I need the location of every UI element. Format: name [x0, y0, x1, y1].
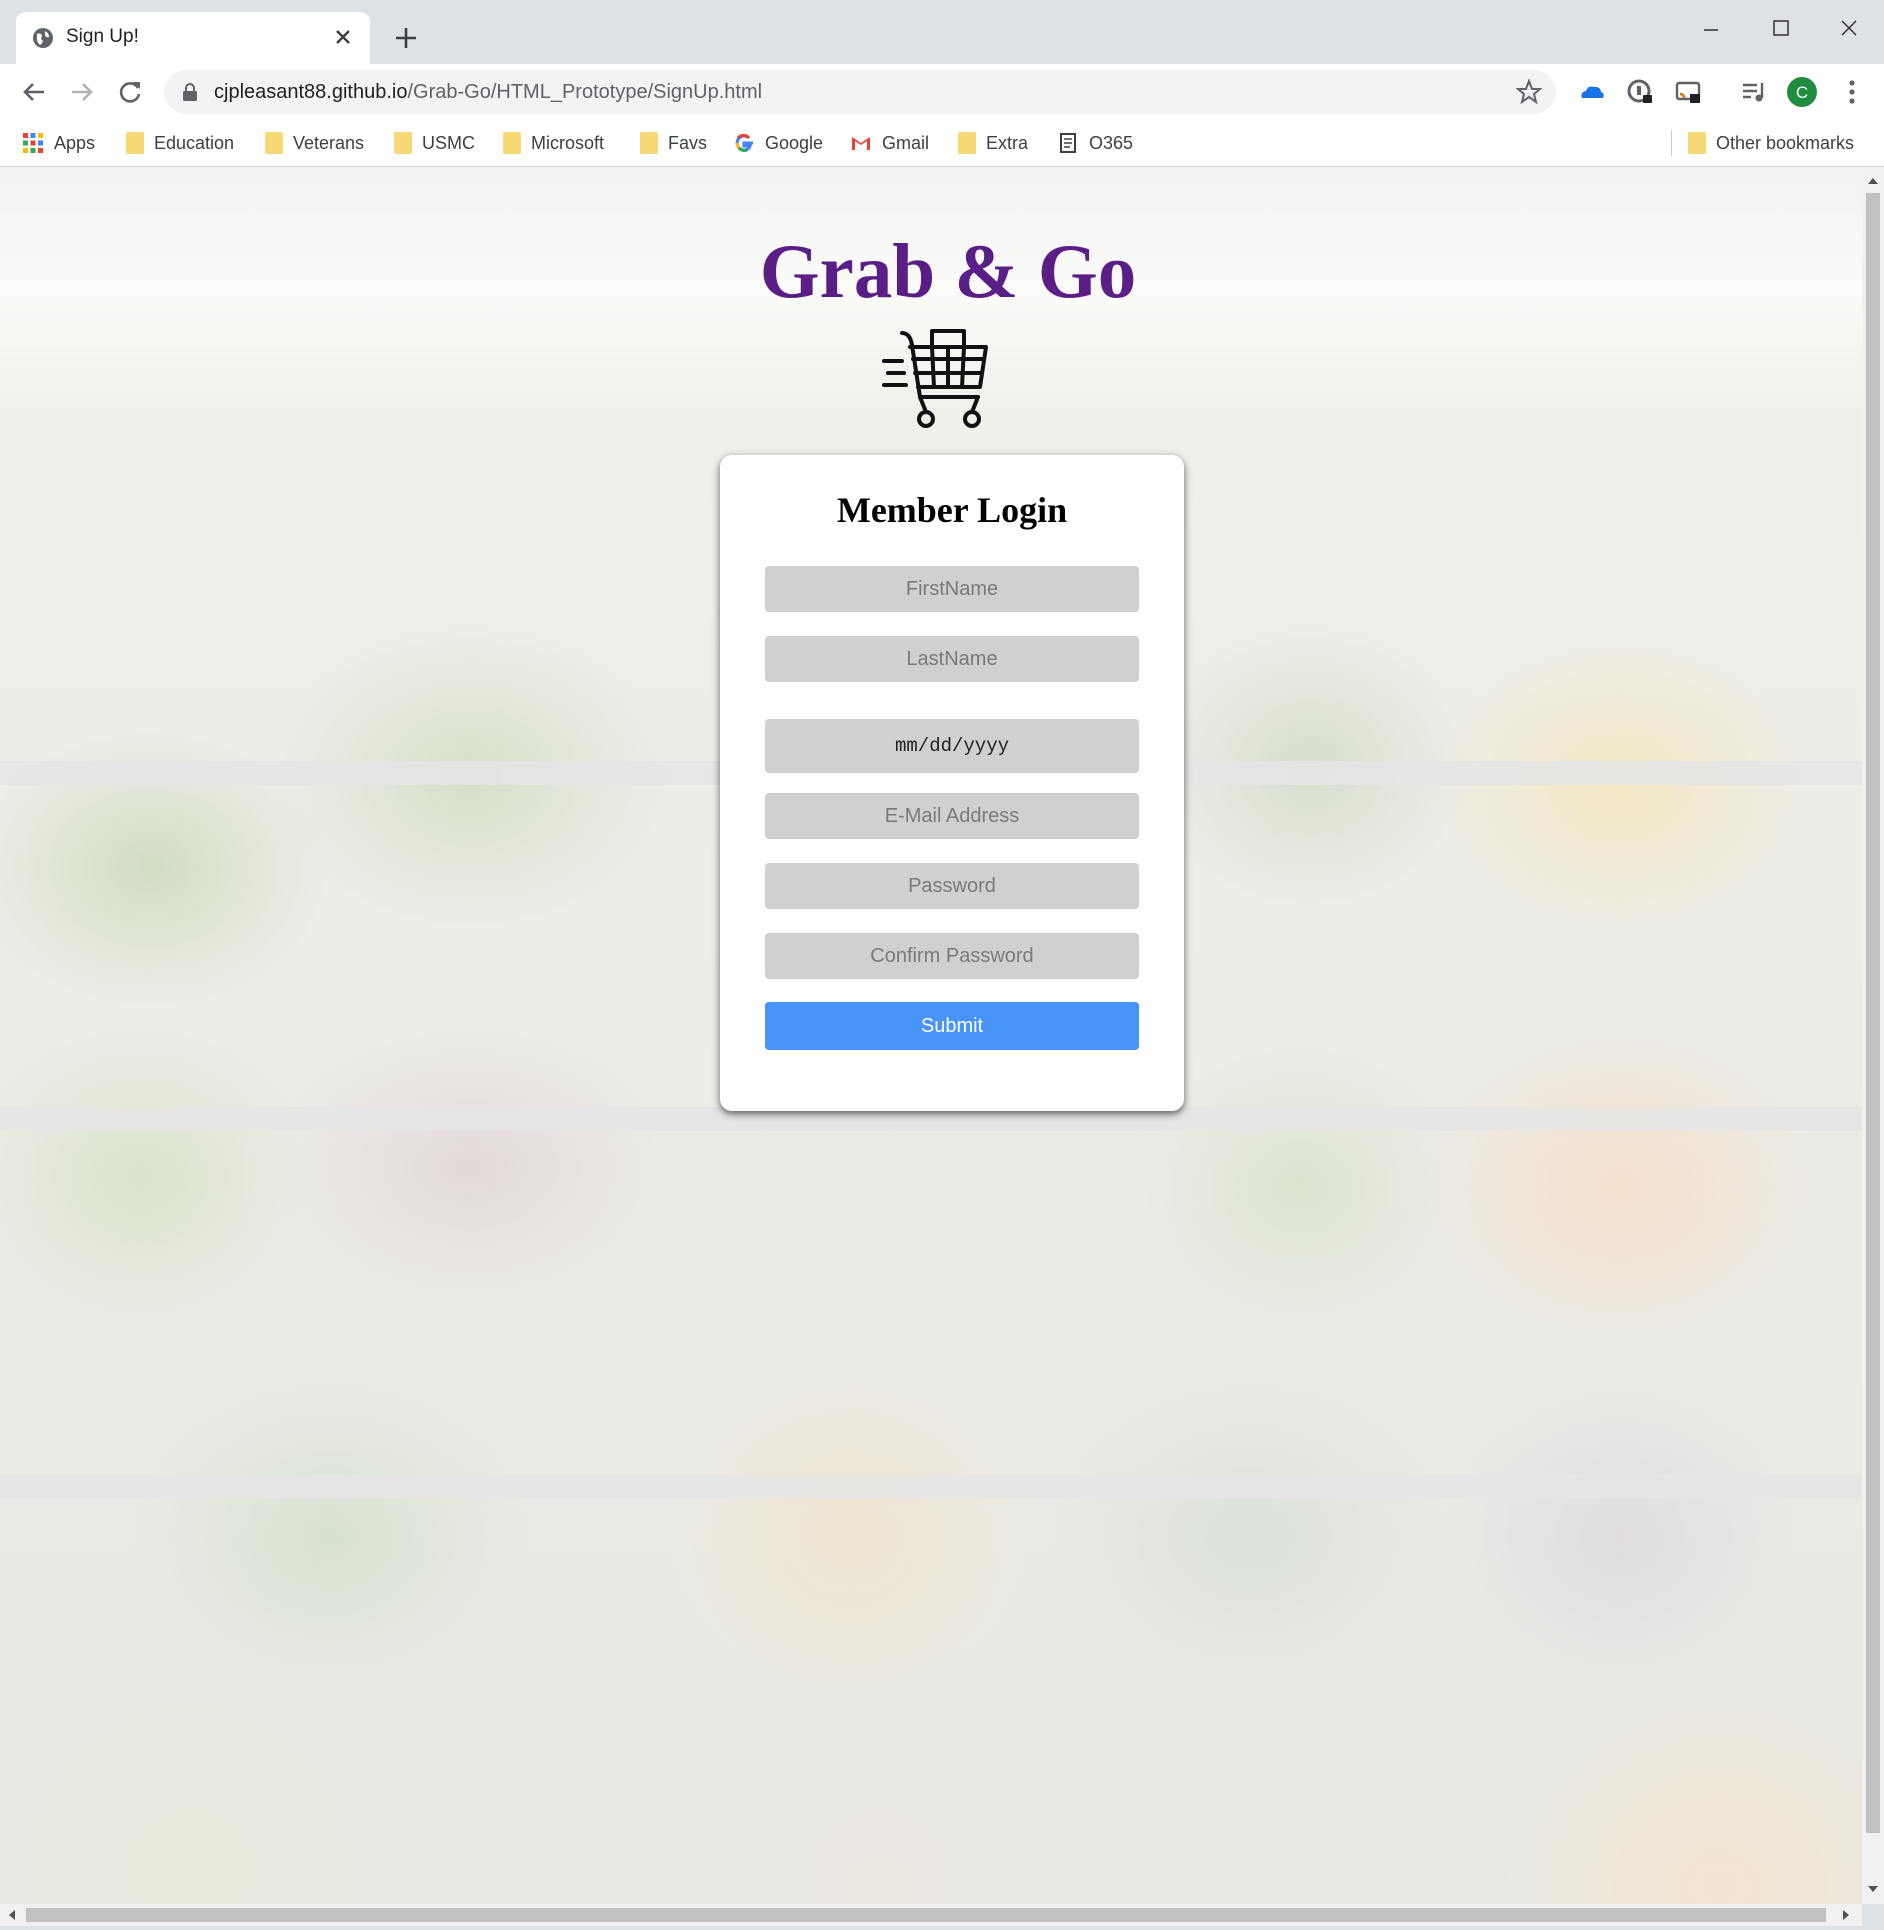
- globe-icon: [33, 28, 53, 48]
- horizontal-scrollbar[interactable]: [0, 1904, 1862, 1926]
- bookmark-label: Gmail: [882, 132, 930, 153]
- date-of-birth-field[interactable]: mm/dd/yyyy: [765, 719, 1139, 773]
- tab-sign-up[interactable]: Sign Up!: [16, 12, 370, 64]
- bookmarks-bar: Apps Education Veterans USMC Microsoft F…: [0, 120, 1884, 167]
- bookmark-usmc[interactable]: USMC: [394, 128, 475, 158]
- back-icon[interactable]: [18, 76, 50, 108]
- menu-kebab-icon[interactable]: [1836, 76, 1868, 108]
- new-tab-icon[interactable]: [392, 24, 420, 52]
- brand-title: Grab & Go: [759, 228, 1137, 314]
- scroll-right-icon[interactable]: [1842, 1909, 1852, 1921]
- bookmark-label: Veterans: [293, 132, 365, 153]
- bookmark-label: USMC: [422, 132, 475, 153]
- confirm-password-field[interactable]: [765, 933, 1139, 979]
- bookmark-label: Favs: [668, 132, 708, 153]
- folder-icon: [958, 132, 976, 154]
- bookmark-star-icon[interactable]: [1516, 79, 1542, 105]
- bookmark-apps[interactable]: Apps: [22, 128, 95, 158]
- password-manager-icon[interactable]: [1624, 76, 1656, 108]
- address-bar[interactable]: cjpleasant88.github.io/Grab-Go/HTML_Prot…: [164, 70, 1556, 114]
- tab-strip: Sign Up!: [0, 0, 1884, 64]
- minimize-icon[interactable]: [1688, 10, 1734, 50]
- scroll-left-icon[interactable]: [6, 1909, 16, 1921]
- shelf-divider: [0, 1475, 1862, 1499]
- apps-grid-icon: [23, 133, 43, 153]
- bookmark-o365[interactable]: O365: [1057, 128, 1133, 158]
- tab-title: Sign Up!: [66, 26, 139, 47]
- bookmark-gmail[interactable]: Gmail: [850, 128, 929, 158]
- bookmark-label: O365: [1089, 132, 1134, 153]
- last-name-field[interactable]: [765, 636, 1139, 682]
- bookmark-extra[interactable]: Extra: [958, 128, 1028, 158]
- folder-icon: [640, 132, 658, 154]
- first-name-field[interactable]: [765, 566, 1139, 612]
- vertical-scroll-thumb[interactable]: [1866, 193, 1880, 1833]
- scroll-up-icon[interactable]: [1867, 175, 1879, 185]
- forward-icon[interactable]: [66, 76, 98, 108]
- bookmark-microsoft[interactable]: Microsoft: [503, 128, 604, 158]
- cast-icon[interactable]: [1672, 76, 1704, 108]
- bookmark-favs[interactable]: Favs: [640, 128, 707, 158]
- bookmark-label: Google: [765, 132, 824, 153]
- bookmark-label: Education: [154, 132, 235, 153]
- profile-initial: C: [1796, 83, 1808, 102]
- profile-avatar[interactable]: C: [1786, 76, 1818, 108]
- folder-icon: [394, 132, 412, 154]
- submit-button[interactable]: Submit: [765, 1002, 1139, 1050]
- login-card: Member Login mm/dd/yyyy Submit: [720, 455, 1184, 1111]
- password-field[interactable]: [765, 863, 1139, 909]
- form-title: Member Login: [836, 490, 1068, 530]
- maximize-icon[interactable]: [1758, 10, 1804, 50]
- reload-icon[interactable]: [114, 76, 146, 108]
- bookmark-other[interactable]: Other bookmarks: [1688, 128, 1854, 158]
- vertical-scrollbar[interactable]: [1862, 167, 1884, 1904]
- url-path: /Grab-Go/HTML_Prototype/SignUp.html: [407, 81, 763, 103]
- bookmark-veterans[interactable]: Veterans: [265, 128, 364, 158]
- bookmark-label: Other bookmarks: [1716, 132, 1855, 153]
- page-content: Grab & Go Member Login mm/dd/yyyy Submit: [0, 167, 1862, 1904]
- bookmark-label: Microsoft: [531, 132, 605, 153]
- window-close-icon[interactable]: [1826, 10, 1872, 50]
- email-field[interactable]: [765, 793, 1139, 839]
- gmail-icon: [852, 137, 870, 150]
- url-host: cjpleasant88.github.io: [214, 81, 408, 103]
- close-tab-icon[interactable]: [330, 24, 356, 50]
- folder-icon: [1688, 132, 1706, 154]
- browser-toolbar: cjpleasant88.github.io/Grab-Go/HTML_Prot…: [0, 64, 1884, 120]
- folder-icon: [126, 132, 144, 154]
- bookmark-google[interactable]: Google: [733, 128, 823, 158]
- bookmark-label: Apps: [54, 132, 96, 153]
- folder-icon: [265, 132, 283, 154]
- scroll-down-icon[interactable]: [1867, 1885, 1879, 1895]
- page-icon: [1060, 133, 1076, 153]
- horizontal-scroll-thumb[interactable]: [26, 1908, 1826, 1922]
- onedrive-icon[interactable]: [1576, 76, 1608, 108]
- bookmark-education[interactable]: Education: [126, 128, 234, 158]
- google-icon: [735, 133, 753, 152]
- shopping-cart-icon: [882, 329, 988, 428]
- bookmarks-divider: [1671, 130, 1672, 156]
- folder-icon: [503, 132, 521, 154]
- url-text[interactable]: cjpleasant88.github.io/Grab-Go/HTML_Prot…: [214, 81, 762, 104]
- media-controls-icon[interactable]: [1738, 76, 1770, 108]
- bookmark-label: Extra: [986, 132, 1029, 153]
- lock-icon[interactable]: [182, 83, 198, 101]
